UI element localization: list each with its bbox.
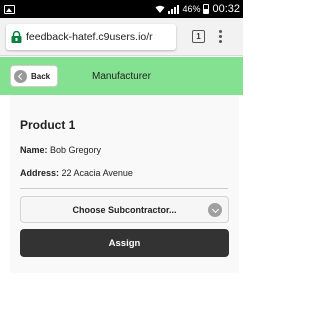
chevron-left-icon	[14, 69, 27, 83]
address-bar[interactable]: feedback-hatef.c9users.io/r	[6, 23, 176, 50]
screen: 46% 00:32 feedback-hatef.c9users.io/r 1 …	[0, 0, 243, 325]
name-row: Name: Bob Gregory	[20, 145, 101, 155]
status-bar: 46% 00:32	[0, 0, 243, 18]
select-label: Choose Subcontractor...	[72, 204, 177, 215]
clock: 00:32	[212, 3, 240, 15]
status-left	[4, 4, 15, 14]
assign-button[interactable]: Assign	[20, 229, 229, 257]
product-title: Product 1	[20, 118, 76, 132]
url-text: feedback-hatef.c9users.io/r	[26, 30, 153, 43]
name-value: Bob Gregory	[50, 145, 102, 155]
signal-icon	[168, 4, 180, 14]
battery-icon	[203, 4, 210, 14]
tabs-icon[interactable]: 1	[192, 30, 205, 43]
chevron-down-icon	[208, 203, 222, 217]
address-value: 22 Acacia Avenue	[61, 168, 133, 178]
back-label: Back	[31, 71, 51, 81]
app-header: Back Manufacturer	[0, 57, 243, 95]
photo-icon	[4, 4, 15, 14]
subcontractor-select[interactable]: Choose Subcontractor...	[20, 196, 229, 223]
wifi-icon	[155, 5, 165, 13]
address-row: Address: 22 Acacia Avenue	[20, 168, 133, 178]
tab-count: 1	[196, 32, 201, 41]
lock-icon	[11, 30, 22, 43]
back-button[interactable]: Back	[10, 65, 58, 87]
product-card: Product 1 Name: Bob Gregory Address: 22 …	[10, 95, 239, 273]
battery-percent: 46%	[182, 4, 201, 14]
menu-icon[interactable]	[219, 30, 222, 43]
address-label: Address:	[20, 168, 60, 178]
browser-toolbar: feedback-hatef.c9users.io/r 1	[0, 18, 243, 56]
status-right: 46% 00:32	[155, 3, 240, 15]
name-label: Name:	[20, 145, 48, 155]
divider	[20, 188, 228, 189]
